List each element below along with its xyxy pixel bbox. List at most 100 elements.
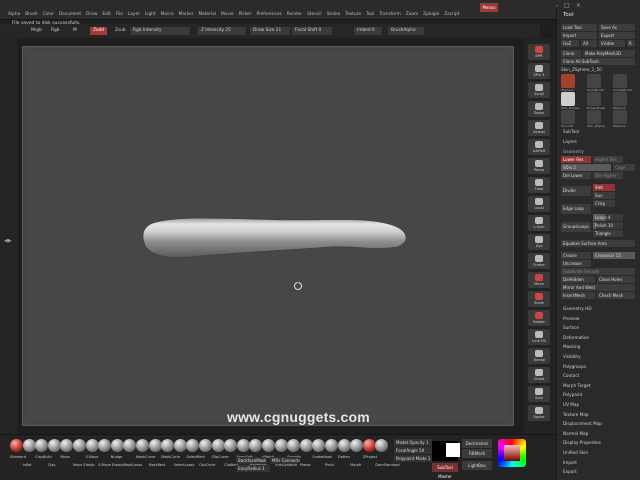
tool-thumb-skin-zspher[interactable] bbox=[561, 92, 575, 106]
shelf-bpr-button[interactable]: BPR bbox=[528, 44, 550, 60]
shelf-zoom-button[interactable]: Zoom bbox=[528, 101, 550, 117]
decimation-button[interactable]: Decimation bbox=[462, 439, 492, 448]
tool-thumb-zsphere[interactable] bbox=[561, 74, 575, 88]
shelf-l-sym-button[interactable]: L.Sym bbox=[528, 215, 550, 231]
tool-thumb-zsphere[interactable] bbox=[613, 110, 627, 124]
brush-clipcircle-icon[interactable] bbox=[199, 439, 212, 452]
menu-zplugin[interactable]: Zplugin bbox=[423, 12, 439, 17]
triangle-toggle[interactable]: Triangle bbox=[593, 230, 623, 237]
backface-mask-toggle[interactable]: BackfaceMask bbox=[236, 457, 267, 464]
shelf-move-button[interactable]: Move bbox=[528, 272, 550, 288]
loops-slider[interactable]: Loops 4 bbox=[593, 214, 623, 221]
rgb-button[interactable]: Rgb bbox=[48, 27, 62, 35]
menu-light[interactable]: Light bbox=[145, 12, 156, 17]
brush-damstandard-icon[interactable] bbox=[375, 439, 389, 452]
section-display-properties[interactable]: Display Properties bbox=[563, 440, 601, 445]
document-canvas[interactable]: www.cgnuggets.com bbox=[22, 46, 514, 426]
clone-all-subtools-button[interactable]: Clone All SubTools bbox=[561, 58, 635, 65]
focal-shift-slider[interactable]: Focal Shift 0 bbox=[292, 27, 332, 35]
menu-preferences[interactable]: Preferences bbox=[256, 12, 281, 17]
section-polypaint[interactable]: Polypaint bbox=[563, 392, 582, 397]
model-opacity-slider[interactable]: Model Opacity 1 bbox=[394, 439, 432, 446]
cage-button[interactable]: Cage bbox=[613, 164, 635, 171]
menu-layer[interactable]: Layer bbox=[128, 12, 140, 17]
brush-selectlasso-icon[interactable] bbox=[173, 439, 187, 452]
shelf-floor-button[interactable]: Floor bbox=[528, 177, 550, 193]
subtool-section[interactable]: SubTool bbox=[563, 129, 579, 134]
sculpt-model[interactable] bbox=[139, 209, 411, 265]
brush-trimdynamic-icon[interactable] bbox=[274, 439, 288, 452]
viewport[interactable]: www.cgnuggets.com bbox=[27, 51, 509, 425]
easy-radius-slider[interactable]: EasyRadius 1 bbox=[236, 465, 270, 472]
brush-smooth-icon[interactable] bbox=[287, 439, 301, 452]
clone-button[interactable]: Clone bbox=[561, 50, 581, 57]
tool-thumb-simplebrush[interactable] bbox=[613, 74, 627, 88]
rgb-intensity-slider[interactable]: Rgb Intensity bbox=[130, 27, 190, 35]
menu-picker[interactable]: Picker bbox=[239, 12, 252, 17]
divide-button[interactable]: Divide bbox=[561, 186, 591, 196]
del-lower-button[interactable]: Del Lower bbox=[561, 172, 591, 179]
load-tool-button[interactable]: Load Tool bbox=[561, 24, 597, 31]
brush-cliprect-icon[interactable] bbox=[224, 439, 238, 452]
insert-mesh-button[interactable]: InsertMesh bbox=[561, 292, 595, 299]
shelf-persp-button[interactable]: Persp bbox=[528, 158, 550, 174]
groups-loops-button[interactable]: GroupsLoops bbox=[561, 222, 591, 232]
section-morph-target[interactable]: Morph Target bbox=[563, 383, 591, 388]
brush-maskcircle-icon[interactable] bbox=[161, 439, 175, 452]
section-polygroups[interactable]: Polygroups bbox=[563, 364, 586, 369]
goz-button[interactable]: GoZ bbox=[561, 40, 579, 47]
brush-s-move-elastic-icon[interactable] bbox=[98, 439, 112, 452]
draw-size-slider[interactable]: Draw Size 21 bbox=[250, 27, 290, 35]
sdiv-slider[interactable]: SDiv 2 bbox=[561, 164, 611, 171]
shelf-ghost-button[interactable]: Ghost bbox=[528, 367, 550, 383]
visible-button[interactable]: Visible bbox=[599, 40, 625, 47]
section-uv-map[interactable]: UV Map bbox=[563, 402, 579, 407]
subdivide-smooth-button[interactable]: Subdivide Smooth bbox=[561, 268, 635, 275]
section-geometry-hd[interactable]: Geometry HD bbox=[563, 306, 592, 311]
brush-move-icon[interactable] bbox=[60, 439, 74, 452]
brush-move-elastic-icon[interactable] bbox=[73, 439, 86, 452]
section-surface[interactable]: Surface bbox=[563, 325, 579, 330]
color-picker[interactable] bbox=[498, 439, 526, 467]
mrgb-button[interactable]: Mrgb bbox=[28, 27, 45, 35]
section-masking[interactable]: Masking bbox=[563, 344, 580, 349]
shelf-scroll-button[interactable]: Scroll bbox=[528, 82, 550, 98]
menus-toggle-button[interactable]: Menus bbox=[480, 3, 498, 12]
zadd-button[interactable]: Zadd bbox=[90, 27, 108, 35]
secondary-color-swatch[interactable] bbox=[446, 443, 460, 457]
polish-slider[interactable]: Polish 10 bbox=[593, 222, 623, 229]
uncrease-button[interactable]: Uncrease bbox=[561, 260, 591, 267]
menu-zoom[interactable]: Zoom bbox=[406, 12, 418, 17]
menu-document[interactable]: Document bbox=[59, 12, 81, 17]
section-texture-map[interactable]: Texture Map bbox=[563, 412, 589, 417]
save-as-button[interactable]: Save As bbox=[599, 24, 635, 31]
section-contact[interactable]: Contact bbox=[563, 373, 579, 378]
brush-standard-icon[interactable] bbox=[10, 439, 23, 452]
brush-morph-icon[interactable] bbox=[350, 439, 364, 452]
all-button[interactable]: All bbox=[581, 40, 597, 47]
higher-res-button[interactable]: Higher Res bbox=[593, 156, 623, 163]
shelf-transp-button[interactable]: Transp bbox=[528, 348, 550, 364]
smt-toggle[interactable]: Smt bbox=[593, 184, 615, 191]
make-polymesh-button[interactable]: Make PolyMesh3D bbox=[583, 50, 635, 57]
lightbox-button[interactable]: LightBox bbox=[462, 461, 492, 470]
tool-thumb-torus3d[interactable] bbox=[561, 110, 575, 124]
geometry-section[interactable]: Geometry bbox=[563, 149, 584, 154]
brush-pinch-icon[interactable] bbox=[325, 439, 338, 452]
brush-selectrect-icon[interactable] bbox=[186, 439, 200, 452]
brush-malletfast-icon[interactable] bbox=[249, 439, 263, 452]
menu-stencil[interactable]: Stencil bbox=[307, 12, 322, 17]
brush-snakehook-icon[interactable] bbox=[312, 439, 326, 452]
r-button[interactable]: R bbox=[627, 40, 635, 47]
brush-nudge-icon[interactable] bbox=[110, 439, 124, 452]
section-preview[interactable]: Preview bbox=[563, 316, 579, 321]
suv-toggle[interactable]: Suv bbox=[593, 192, 615, 199]
z-intensity-slider[interactable]: Z Intensity 25 bbox=[198, 27, 246, 35]
section-unified-skin[interactable]: Unified Skin bbox=[563, 450, 588, 455]
section-deformation[interactable]: Deformation bbox=[563, 335, 589, 340]
menu-material[interactable]: Material bbox=[198, 12, 215, 17]
close-holes-button[interactable]: Close Holes bbox=[597, 276, 635, 283]
brush-clipcurve-icon[interactable] bbox=[211, 439, 225, 452]
polypaint-mode-slider[interactable]: Polypaint Mode 1 bbox=[394, 455, 432, 462]
section-export[interactable]: Export bbox=[563, 469, 577, 474]
